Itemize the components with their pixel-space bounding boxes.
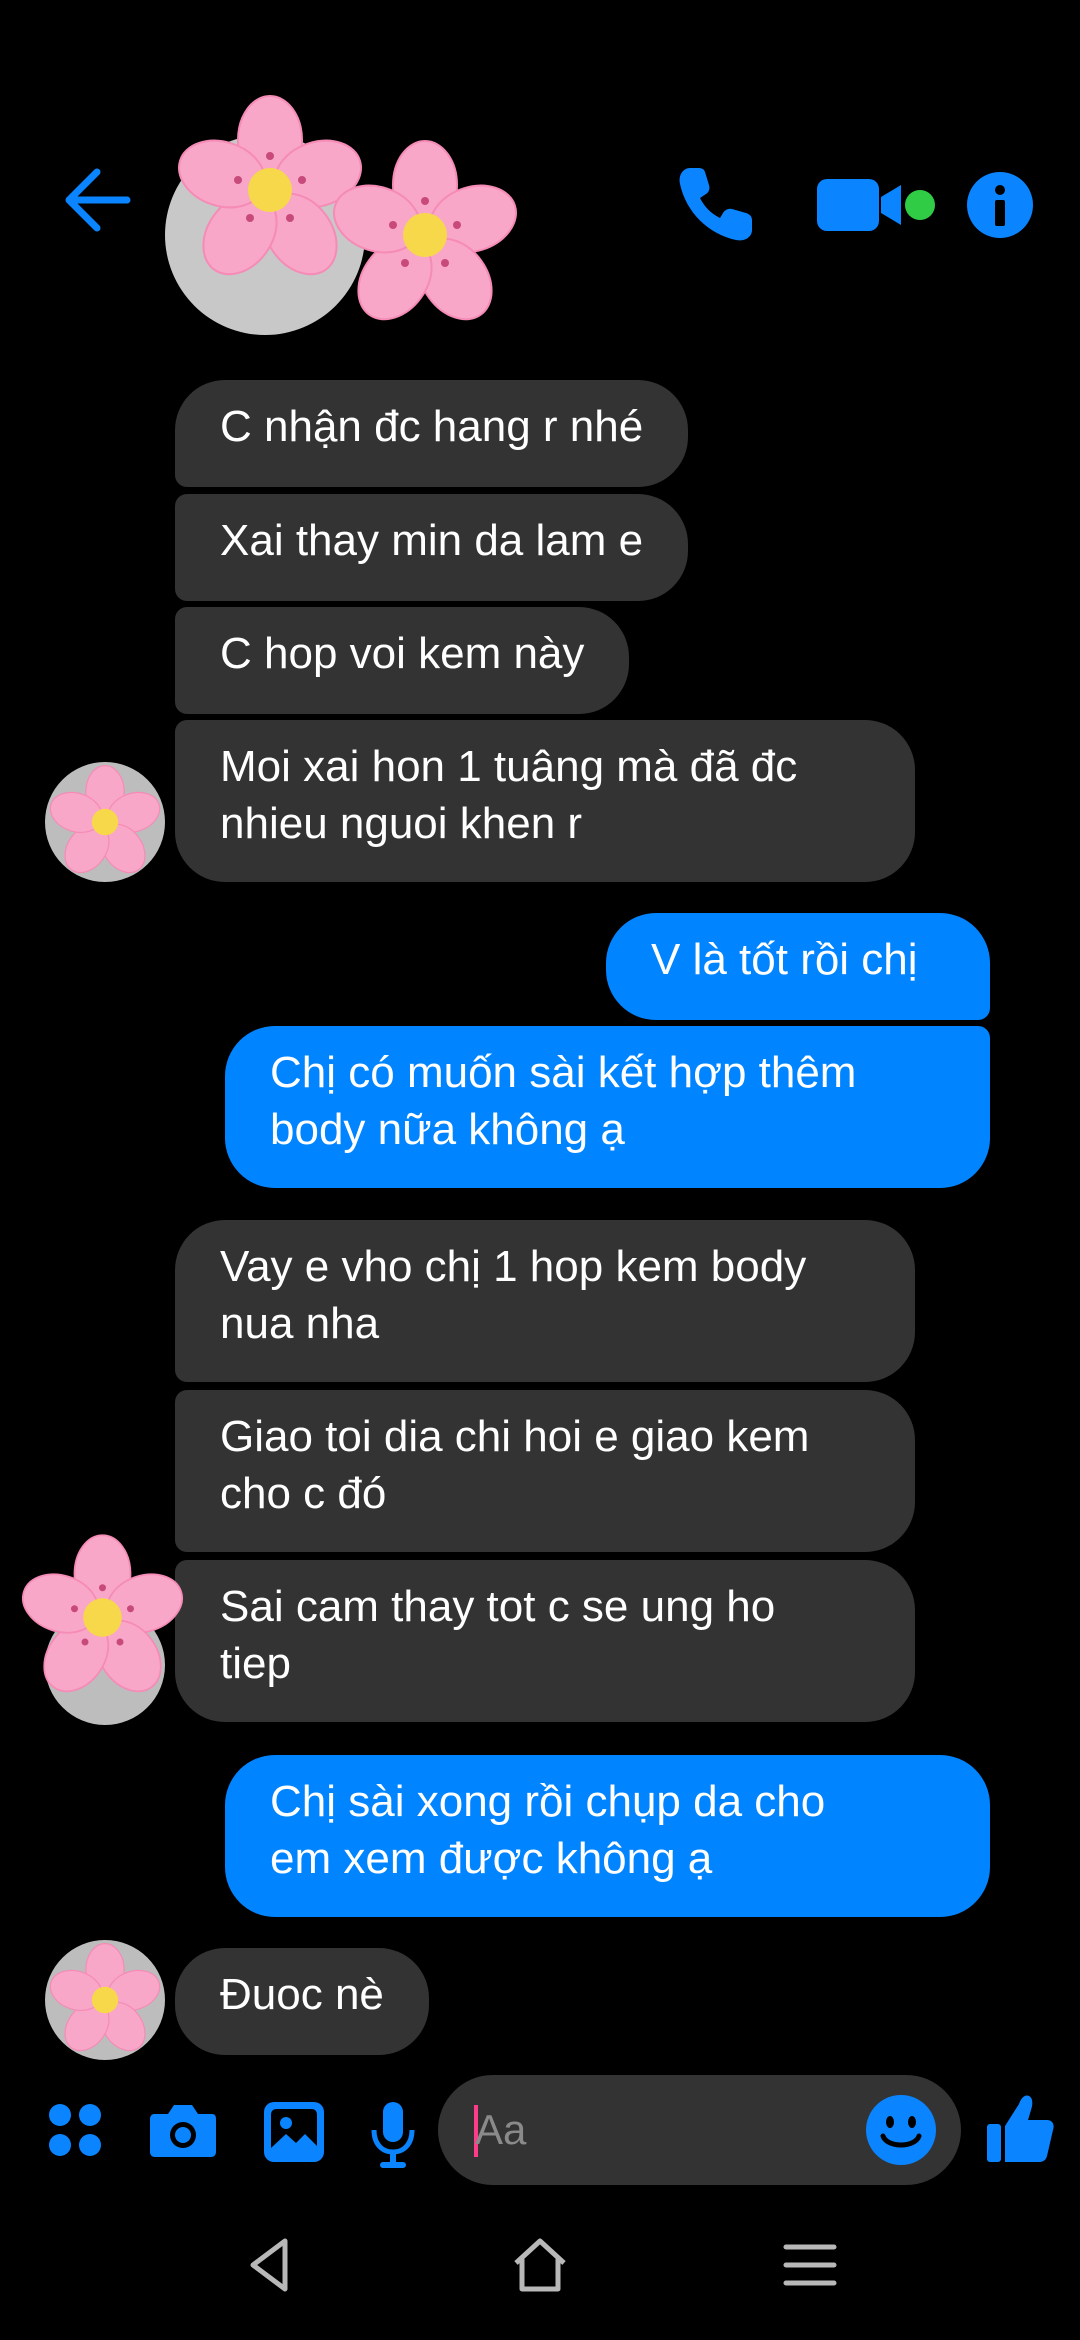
chat-header — [0, 0, 1080, 340]
emoji-icon[interactable] — [865, 2094, 937, 2166]
message-bubble-incoming[interactable]: C nhận đc hang r nhé — [175, 380, 689, 487]
apps-icon[interactable] — [45, 2100, 105, 2160]
message-input-placeholder: Aa — [475, 2106, 527, 2153]
message-bubble-incoming[interactable]: Giao toi dia chi hoi e giao kem cho c đó — [175, 1390, 915, 1552]
gallery-icon[interactable] — [262, 2100, 326, 2164]
contact-avatar-small — [45, 1940, 165, 2060]
cherry-blossom-icon — [333, 140, 517, 321]
camera-icon[interactable] — [148, 2100, 218, 2160]
video-camera-icon[interactable] — [815, 175, 915, 235]
message-bubble-incoming[interactable]: Vay e vho chị 1 hop kem body nua nha — [175, 1220, 915, 1382]
message-bubble-incoming[interactable]: Xai thay min da lam e — [175, 494, 689, 601]
nav-menu-icon[interactable] — [780, 2235, 840, 2295]
cherry-blossom-icon — [49, 765, 161, 874]
message-bubble-incoming[interactable]: Đuoc nè — [175, 1948, 429, 2055]
message-bubble-incoming[interactable]: Sai cam thay tot c se ung ho tiep — [175, 1560, 915, 1722]
info-icon[interactable] — [965, 170, 1035, 240]
cherry-blossom-icon — [49, 1943, 161, 2052]
active-status-dot — [905, 190, 935, 220]
arrow-left-icon[interactable] — [55, 160, 135, 240]
phone-icon[interactable] — [670, 160, 760, 250]
nav-back-icon[interactable] — [245, 2235, 295, 2295]
message-bubble-incoming[interactable]: C hop voi kem này — [175, 607, 630, 714]
message-bubble-outgoing[interactable]: Chị có muốn sài kết hợp thêm body nữa kh… — [225, 1026, 990, 1188]
microphone-icon[interactable] — [368, 2100, 418, 2170]
message-bubble-incoming[interactable]: Moi xai hon 1 tuâng mà đã đc nhieu nguoi… — [175, 720, 915, 882]
chat-screen: C nhận đc hang r nhé Xai thay min da lam… — [0, 0, 1080, 2340]
message-bubble-outgoing[interactable]: Chị sài xong rồi chụp da cho em xem được… — [225, 1755, 990, 1917]
message-bubble-outgoing[interactable]: V là tốt rồi chị — [606, 913, 990, 1020]
thumbs-up-icon[interactable] — [985, 2090, 1055, 2165]
nav-home-icon[interactable] — [510, 2235, 570, 2295]
cherry-blossom-icon — [22, 1534, 183, 1693]
contact-avatar-small — [45, 762, 165, 882]
